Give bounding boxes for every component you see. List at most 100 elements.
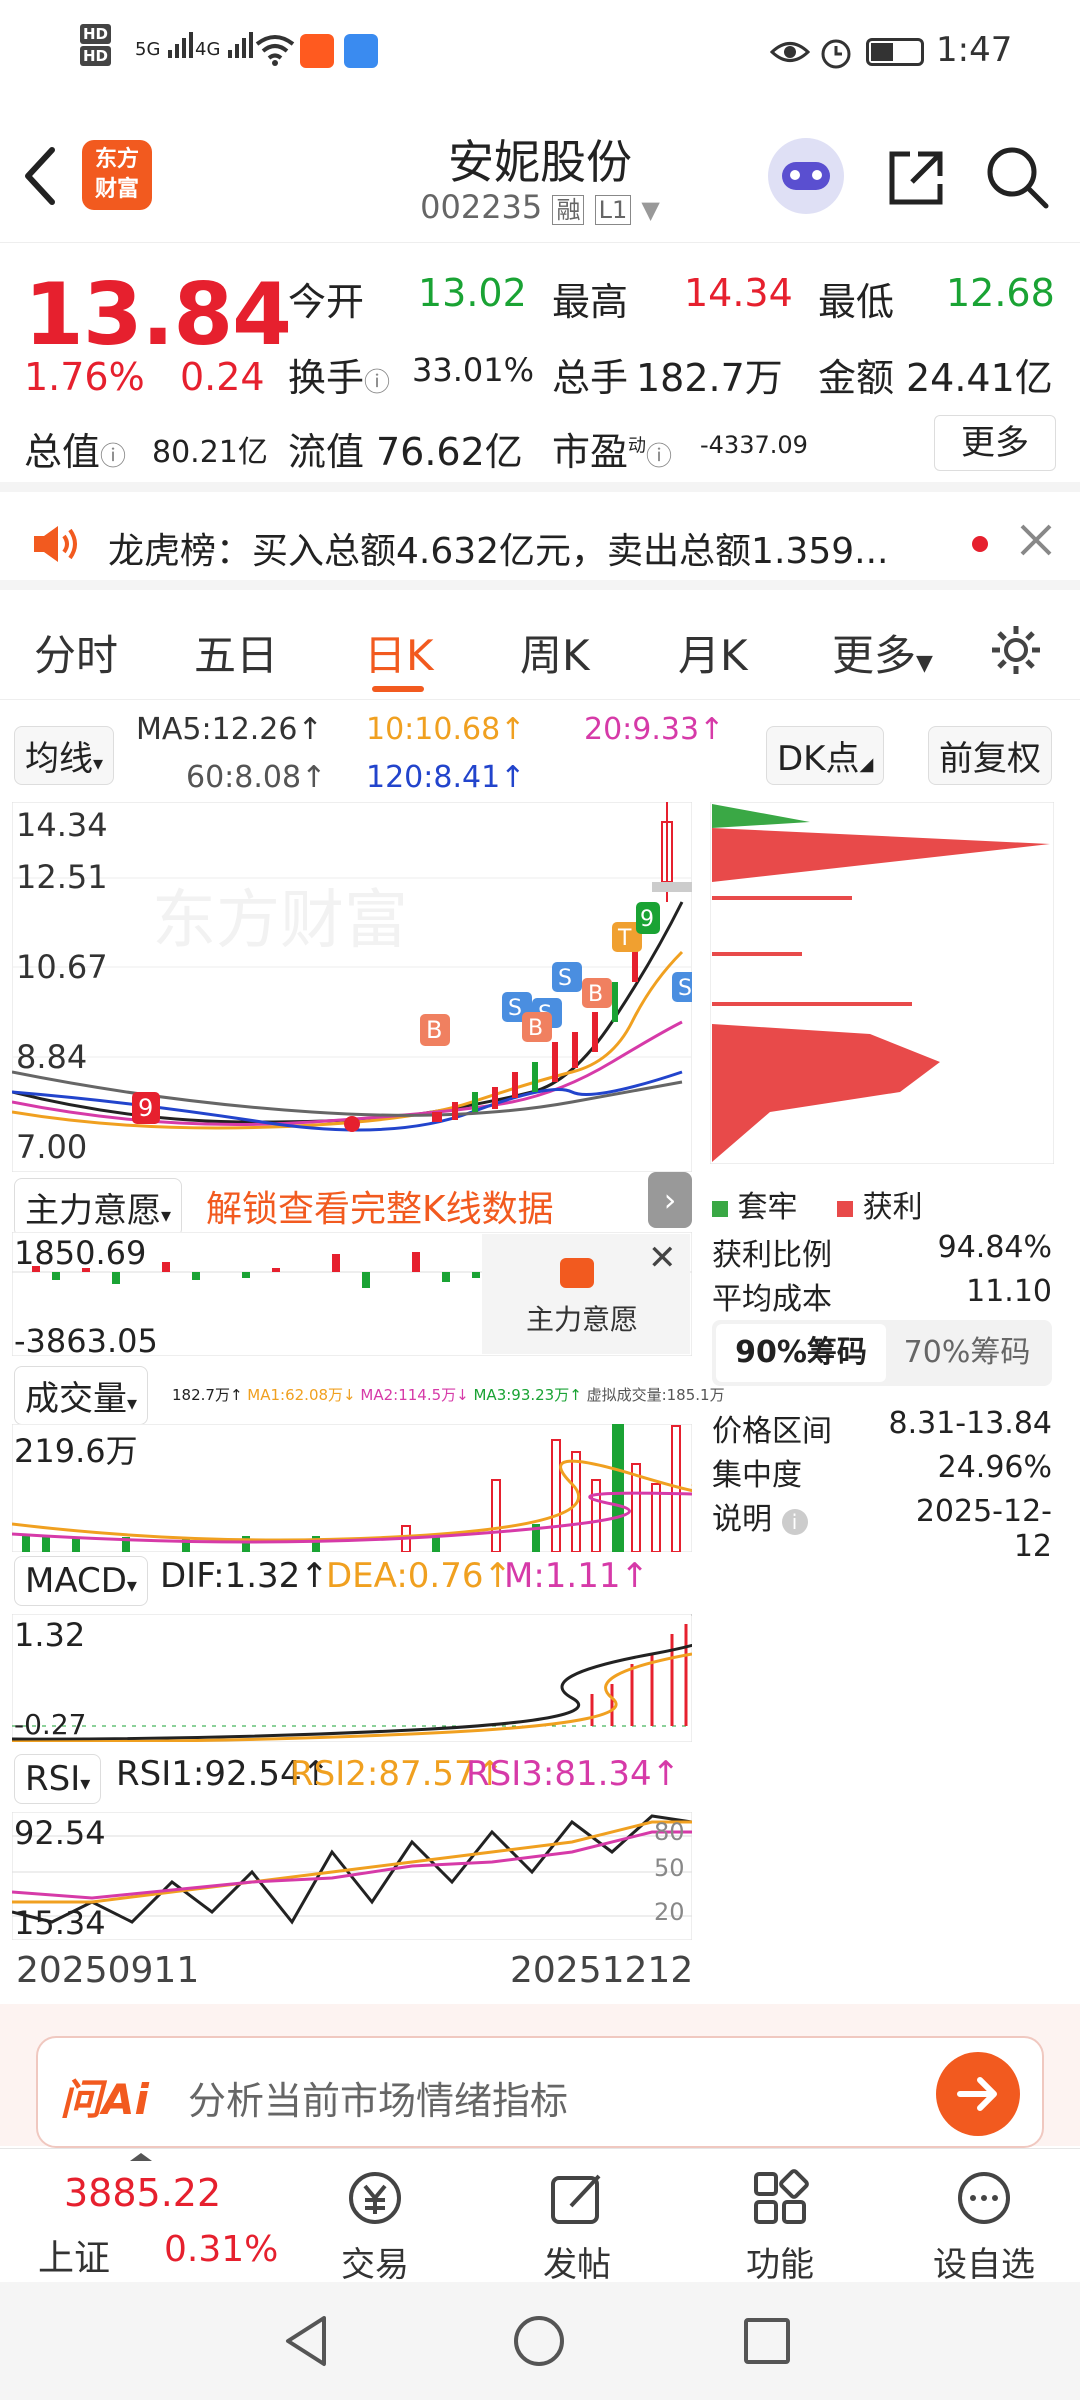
search-icon[interactable] xyxy=(984,144,1050,214)
low-label: 最低 xyxy=(818,280,895,324)
svg-text:T: T xyxy=(617,926,632,951)
date-end: 20251212 xyxy=(510,1950,694,1991)
chevron-up-icon[interactable] xyxy=(126,2149,156,2169)
tab-five-day[interactable]: 五日 xyxy=(194,622,278,683)
nav-trade[interactable]: 交易 xyxy=(305,2149,445,2286)
level-badge: L1 xyxy=(594,195,632,225)
status-bar: HD HD 5G 4G 1:47 xyxy=(0,0,1080,110)
tab-monthly-k[interactable]: 月K xyxy=(678,622,748,683)
rsi-level-50: 50 xyxy=(654,1854,685,1882)
close-icon[interactable] xyxy=(1018,522,1054,562)
indicator-rsi-select[interactable]: RSI▾ xyxy=(14,1754,102,1804)
macd-max: 1.32 xyxy=(14,1616,86,1654)
pe-value: -4337.09 xyxy=(700,431,808,459)
svg-text:S: S xyxy=(508,996,522,1021)
index-value[interactable]: 3885.22 xyxy=(64,2171,221,2215)
date-start: 20250911 xyxy=(16,1950,200,1991)
tab-intraday[interactable]: 分时 xyxy=(34,622,118,683)
volume-max: 219.6万 xyxy=(14,1432,138,1470)
ma120-label: 120:8.41↑ xyxy=(366,760,526,795)
price-range-value: 8.31-13.84 xyxy=(888,1406,1052,1441)
system-navigation-bar xyxy=(0,2282,1080,2400)
main-force-popup-label[interactable]: 主力意愿 xyxy=(526,1298,638,1338)
ask-ai-brand: 问Ai xyxy=(60,2075,149,2124)
battery-icon xyxy=(866,38,924,66)
bottom-navigation: 3885.22 上证 0.31% 交易 发帖 功能 设自选 xyxy=(0,2148,1080,2285)
nav-post[interactable]: 发帖 xyxy=(507,2149,647,2286)
macd-dea: DEA:0.76↑ xyxy=(326,1556,512,1596)
ma20-label: 20:9.33↑ xyxy=(584,712,725,747)
indicator-macd-select[interactable]: MACD▾ xyxy=(14,1556,148,1606)
ma10-label: 10:10.68↑ xyxy=(366,712,526,747)
dk-point-button[interactable]: DK点◢ xyxy=(766,726,885,785)
mktcap-label: 总值ⓘ xyxy=(24,430,127,474)
system-recents-icon[interactable] xyxy=(744,2318,790,2364)
navigation-bar: 东方 财富 安妮股份 002235 融 L1 ▼ xyxy=(0,110,1080,240)
unlock-kline-link[interactable]: 解锁查看完整K线数据 xyxy=(206,1180,554,1232)
speaker-icon xyxy=(30,522,80,570)
alarm-icon xyxy=(818,34,854,79)
tab-70-chips[interactable]: 70%筹码 xyxy=(886,1324,1048,1382)
stock-code: 002235 xyxy=(420,188,543,226)
nav-add-favorite[interactable]: 设自选 xyxy=(914,2149,1054,2286)
kline-chart-area: 均线▾ MA5:12.26↑ 10:10.68↑ 20:9.33↑ 60:8.0… xyxy=(0,702,1080,2002)
concentration-label: 集中度 xyxy=(712,1458,802,1493)
robot-assistant-icon[interactable] xyxy=(768,138,844,214)
note-label[interactable]: 说明 i xyxy=(712,1494,808,1538)
send-arrow-icon[interactable] xyxy=(936,2052,1020,2136)
share-icon[interactable] xyxy=(884,146,948,214)
ma-toggle[interactable]: 均线▾ xyxy=(14,726,115,785)
volume-label: 总手 xyxy=(552,356,629,400)
legend-profit-swatch xyxy=(837,1201,854,1217)
last-price: 13.84 xyxy=(24,265,292,365)
indicator-volume-select[interactable]: 成交量▾ xyxy=(14,1366,149,1425)
ask-ai-input[interactable]: 问Ai 分析当前市场情绪指标 xyxy=(36,2036,1044,2148)
index-percent[interactable]: 0.31% xyxy=(164,2229,278,2270)
svg-text:B: B xyxy=(528,1016,543,1041)
signal-5g-icon: 5G xyxy=(135,30,196,60)
info-icon: ⓘ xyxy=(100,442,127,472)
system-back-icon[interactable] xyxy=(282,2314,332,2372)
price-range-label: 价格区间 xyxy=(712,1414,832,1449)
quote-panel: 13.84 1.76% 0.24 今开 13.02 最高 14.34 最低 12… xyxy=(0,242,1080,492)
float-label: 流值 xyxy=(288,430,365,474)
nav-functions[interactable]: 功能 xyxy=(710,2149,850,2286)
indicator-main-force-select[interactable]: 主力意愿▾ xyxy=(14,1178,183,1237)
profit-ratio-value: 94.84% xyxy=(937,1230,1052,1265)
more-dots-icon xyxy=(914,2163,1054,2233)
watermark-text: 东方财富 xyxy=(152,884,408,956)
macd-m: M:1.11↑ xyxy=(504,1556,649,1596)
chip-range-tabs: 90%筹码 70%筹码 xyxy=(712,1320,1052,1386)
main-force-icon xyxy=(560,1258,594,1288)
ask-ai-placeholder: 分析当前市场情绪指标 xyxy=(188,2079,569,2123)
index-name[interactable]: 上证 xyxy=(38,2229,110,2281)
tab-more[interactable]: 更多▼ xyxy=(832,622,933,683)
rsi-level-80: 80 xyxy=(654,1818,685,1846)
open-label: 今开 xyxy=(288,280,365,324)
kline-candles-chart[interactable]: 东方财富 B 9 S S S S T 9 B B xyxy=(12,802,692,1172)
tab-daily-k[interactable]: 日K xyxy=(364,622,434,692)
more-button[interactable]: 更多 xyxy=(934,415,1056,471)
wifi-icon xyxy=(255,34,295,75)
signal-4g-icon: 4G xyxy=(195,30,256,60)
float-value: 76.62亿 xyxy=(376,430,523,474)
info-icon: ⓘ xyxy=(364,368,391,398)
chip-legend: 套牢 获利 xyxy=(712,1182,923,1226)
y-label-min: 7.00 xyxy=(16,1128,88,1166)
chevron-right-icon[interactable]: › xyxy=(648,1172,692,1228)
y-label-max: 14.34 xyxy=(16,806,108,844)
svg-text:S: S xyxy=(678,976,692,1001)
tab-weekly-k[interactable]: 周K xyxy=(520,622,590,683)
settings-gear-icon[interactable] xyxy=(988,622,1044,682)
trade-yuan-icon xyxy=(305,2163,445,2233)
system-home-icon[interactable] xyxy=(514,2316,564,2366)
y-label-3: 10.67 xyxy=(16,948,108,986)
change-percent: 1.76% xyxy=(24,355,145,399)
dragon-tiger-notice[interactable]: 龙虎榜：买入总额4.632亿元，卖出总额1.359... xyxy=(0,500,1080,590)
tab-90-chips[interactable]: 90%筹码 xyxy=(716,1324,886,1382)
rsi-min: 15.34 xyxy=(14,1904,106,1942)
adjust-button[interactable]: 前复权 xyxy=(928,726,1052,785)
macd-min: -0.27 xyxy=(14,1708,87,1741)
rsi-max: 92.54 xyxy=(14,1814,106,1852)
close-icon[interactable]: ✕ xyxy=(648,1238,677,1278)
